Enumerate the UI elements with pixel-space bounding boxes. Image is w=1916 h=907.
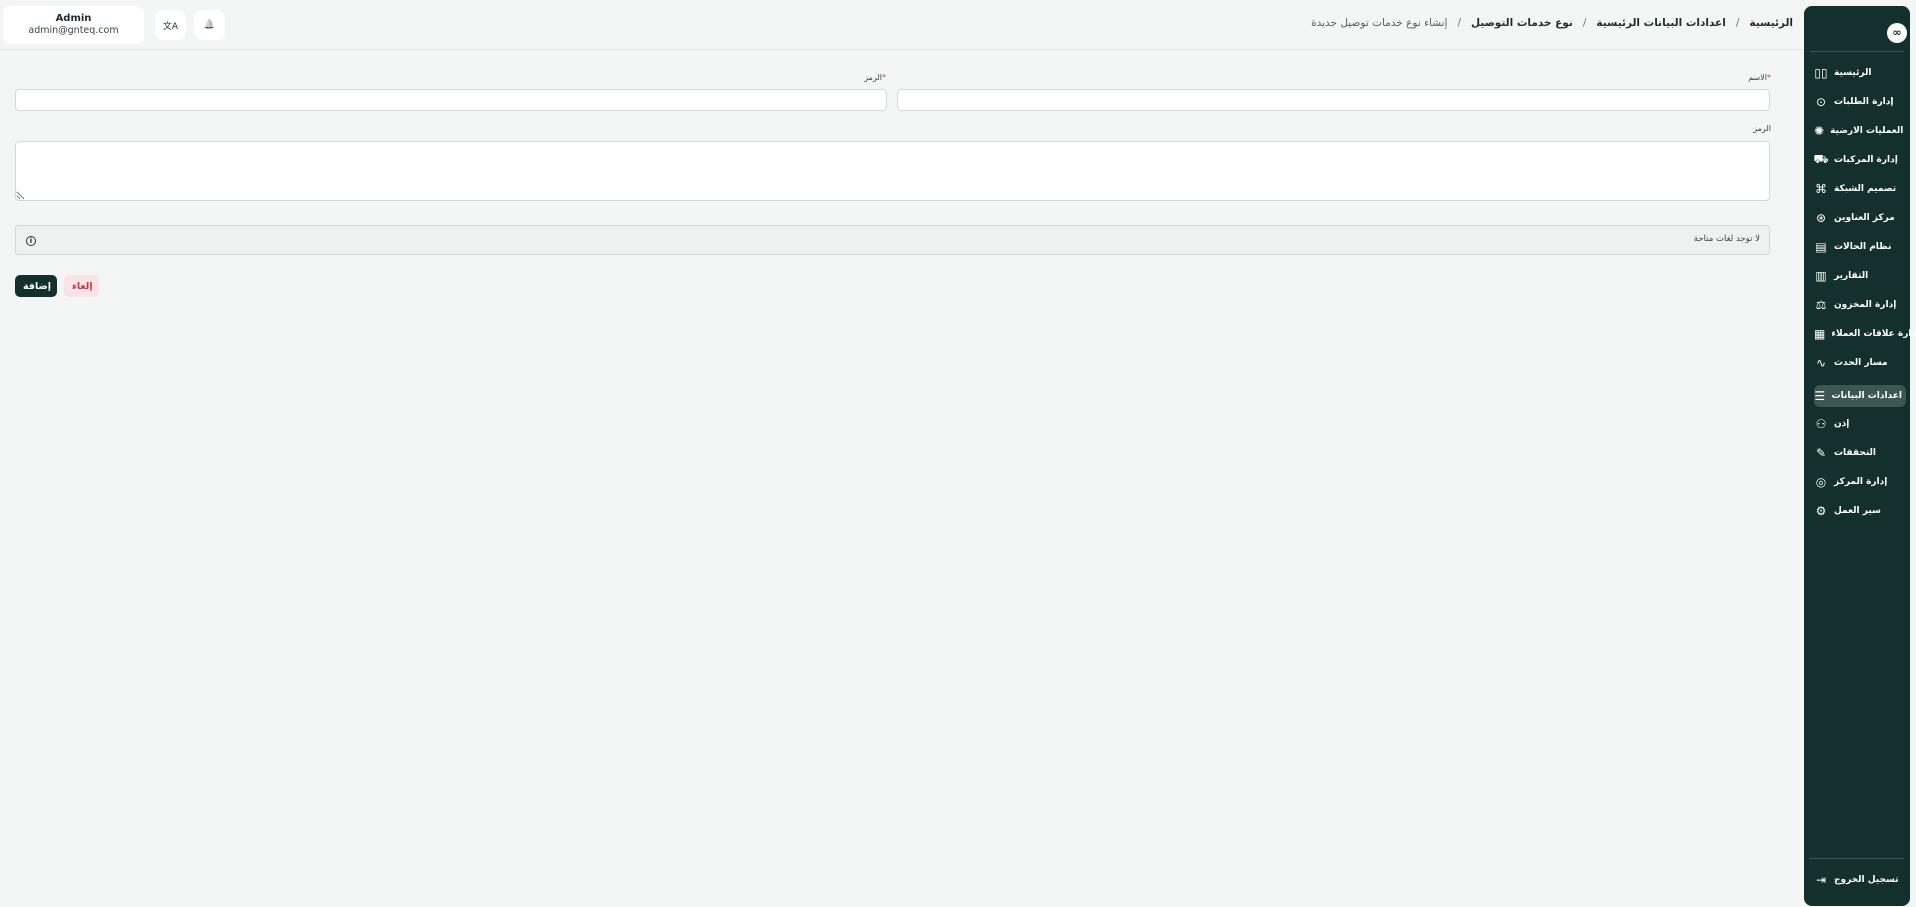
workflow-icon: ⚙ bbox=[1815, 504, 1827, 518]
code-input[interactable] bbox=[15, 89, 887, 111]
user-email: admin@gnteq.com bbox=[28, 25, 119, 36]
sidebar-item-workflow[interactable]: ⚙ سير العمل bbox=[1814, 500, 1906, 522]
logout-button[interactable]: ⇥ تسجيل الخروج bbox=[1814, 869, 1906, 891]
breadcrumb-separator: / bbox=[1582, 17, 1587, 29]
sidebar-divider bbox=[1810, 51, 1904, 52]
sidebar-item-event-path[interactable]: ∿ مسار الحدث bbox=[1814, 352, 1906, 374]
name-input[interactable] bbox=[897, 89, 1770, 111]
sidebar: ∞ ▯▯ الرئيسية ⊙ إدارة الطلبات ✺ العمليات… bbox=[1804, 6, 1916, 906]
logo-icon: ∞ bbox=[1887, 23, 1907, 43]
sidebar-item-label: إدارة المركز bbox=[1834, 477, 1888, 487]
sidebar-item-label: مركز العناوين bbox=[1834, 213, 1895, 223]
crm-icon: ▦ bbox=[1814, 327, 1826, 341]
sidebar-item-vehicles[interactable]: ⛟ إدارة المركبات bbox=[1813, 149, 1906, 171]
sidebar-item-label: سير العمل bbox=[1834, 506, 1881, 516]
inventory-icon: ⚖ bbox=[1815, 298, 1827, 312]
orders-icon: ⊙ bbox=[1815, 95, 1827, 109]
users-icon: ⚇ bbox=[1815, 417, 1827, 431]
description-textarea[interactable] bbox=[15, 141, 1770, 201]
sidebar-item-label: التقارير bbox=[1834, 271, 1869, 281]
breadcrumb-delivery-types[interactable]: نوع خدمات التوصيل bbox=[1471, 17, 1573, 29]
required-mark: * bbox=[882, 73, 886, 82]
name-label-text: الاسم bbox=[1748, 73, 1767, 82]
sidebar-item-orders[interactable]: ⊙ إدارة الطلبات bbox=[1814, 91, 1906, 113]
language-button[interactable]: 文A bbox=[155, 10, 186, 40]
code-label-text: الرمز bbox=[864, 73, 882, 82]
name-label: *الاسم bbox=[1748, 73, 1771, 82]
location-icon: ⊛ bbox=[1815, 211, 1827, 225]
reports-icon: ▥ bbox=[1815, 269, 1827, 283]
translate-icon: 文A bbox=[162, 21, 179, 32]
sidebar-item-data-settings[interactable]: ☰ اعدادات البيانات bbox=[1814, 385, 1906, 407]
network-icon: ⌘ bbox=[1815, 182, 1827, 196]
sidebar-item-inventory[interactable]: ⚖ إدارة المخزون bbox=[1814, 294, 1906, 316]
description-label: الرمز bbox=[1753, 124, 1771, 133]
sidebar-item-label: إدارة الطلبات bbox=[1834, 97, 1894, 107]
topbar: Admin admin@gnteq.com 文A 🔔 الرئيسية / اع… bbox=[0, 0, 1803, 50]
sidebar-item-label: إدارة المخزون bbox=[1834, 300, 1897, 310]
user-name: Admin bbox=[55, 13, 92, 24]
breadcrumb: الرئيسية / اعدادات البيانات الرئيسية / ن… bbox=[1311, 17, 1793, 29]
sidebar-item-permissions[interactable]: ⚇ إذن bbox=[1814, 413, 1906, 435]
sidebar-item-home[interactable]: ▯▯ الرئيسية bbox=[1814, 62, 1906, 84]
route-icon: ∿ bbox=[1815, 356, 1827, 370]
sidebar-item-label: تصميم الشبكة bbox=[1834, 184, 1897, 194]
sidebar-item-statuses[interactable]: ▤ نظام الحالات bbox=[1814, 236, 1906, 258]
sidebar-item-label: العمليات الارضية bbox=[1830, 126, 1904, 136]
status-icon: ▤ bbox=[1815, 240, 1827, 254]
sidebar-item-addresses[interactable]: ⊛ مركز العناوين bbox=[1814, 207, 1906, 229]
user-menu[interactable]: Admin admin@gnteq.com bbox=[3, 6, 144, 44]
sidebar-item-reports[interactable]: ▥ التقارير bbox=[1814, 265, 1906, 287]
dashboard-icon: ▯▯ bbox=[1814, 66, 1828, 80]
breadcrumb-master-data[interactable]: اعدادات البيانات الرئيسية bbox=[1596, 17, 1725, 29]
info-icon: i bbox=[26, 236, 36, 246]
tools-icon: ✎ bbox=[1815, 446, 1827, 460]
sidebar-item-label: مسار الحدث bbox=[1834, 358, 1888, 368]
cancel-button[interactable]: إلغاء bbox=[64, 275, 99, 297]
add-button[interactable]: إضافة bbox=[15, 275, 57, 297]
sidebar-item-crm[interactable]: ▦ إدارة علاقات العملاء bbox=[1814, 323, 1916, 345]
code-label: *الرمز bbox=[864, 73, 886, 82]
sidebar-item-label: الرئيسية bbox=[1834, 68, 1872, 78]
sidebar-item-network[interactable]: ⌘ تصميم الشبكة bbox=[1814, 178, 1906, 200]
logout-icon: ⇥ bbox=[1815, 873, 1827, 887]
sidebar-item-label: إدارة علاقات العملاء bbox=[1831, 329, 1916, 339]
notifications-button[interactable]: 🔔 bbox=[194, 10, 225, 40]
sidebar-item-label: التحققات bbox=[1834, 448, 1877, 458]
sidebar-item-label: اعدادات البيانات bbox=[1831, 391, 1902, 401]
sidebar-item-label: إدارة المركبات bbox=[1834, 155, 1898, 165]
logout-label: تسجيل الخروج bbox=[1834, 875, 1899, 885]
sidebar-item-validations[interactable]: ✎ التحققات bbox=[1814, 442, 1906, 464]
database-icon: ☰ bbox=[1814, 389, 1826, 403]
bell-icon: 🔔 bbox=[203, 20, 216, 30]
sidebar-item-center[interactable]: ◎ إدارة المركز bbox=[1814, 471, 1906, 493]
breadcrumb-current: إنشاء نوع خدمات توصيل جديدة bbox=[1311, 17, 1448, 29]
required-mark: * bbox=[1767, 73, 1771, 82]
breadcrumb-home[interactable]: الرئيسية bbox=[1749, 17, 1793, 29]
breadcrumb-separator: / bbox=[1735, 17, 1740, 29]
no-languages-notice: i لا توجد لغات متاحة bbox=[15, 225, 1770, 255]
notice-text: لا توجد لغات متاحة bbox=[1693, 234, 1760, 244]
sidebar-item-label: إذن bbox=[1834, 419, 1850, 429]
center-icon: ◎ bbox=[1815, 475, 1827, 489]
truck-icon: ⛟ bbox=[1813, 152, 1829, 166]
sidebar-divider bbox=[1810, 858, 1904, 859]
operations-icon: ✺ bbox=[1814, 124, 1825, 138]
sidebar-item-ground-ops[interactable]: ✺ العمليات الارضية bbox=[1814, 120, 1906, 142]
breadcrumb-separator: / bbox=[1457, 17, 1461, 29]
sidebar-item-label: نظام الحالات bbox=[1834, 242, 1892, 252]
